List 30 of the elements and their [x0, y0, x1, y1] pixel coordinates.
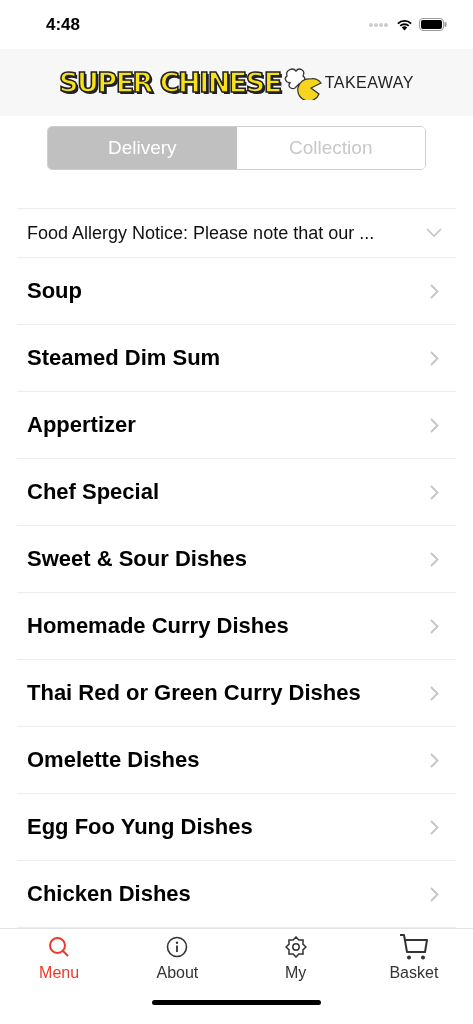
chevron-icon [430, 619, 439, 634]
chevron-icon [430, 485, 439, 500]
category-item[interactable]: Soup [17, 258, 456, 326]
wifi-icon [396, 18, 413, 32]
category-item[interactable]: Homemade Curry Dishes [17, 593, 456, 661]
chevron-icon [430, 686, 439, 701]
chevron-icon [430, 284, 439, 299]
allergy-notice[interactable]: Food Allergy Notice: Please note that our ... [27, 223, 375, 244]
cart-icon [398, 933, 429, 962]
chevron-icon [430, 418, 439, 433]
category-item[interactable]: Omelette Dishes [17, 727, 456, 795]
category-item[interactable]: Chef Special [17, 459, 456, 527]
mascot-icon [282, 65, 323, 100]
status-time: 4:48 [46, 14, 81, 35]
category-item[interactable]: Appertizer [17, 392, 456, 460]
logo-brand: SUPER CHINESE [59, 67, 281, 99]
category-item[interactable]: Egg Foo Yung Dishes [17, 794, 456, 862]
category-item[interactable]: Steamed Dim Sum [17, 325, 456, 393]
category-item[interactable]: Thai Red or Green Curry Dishes [17, 660, 456, 728]
chevron-icon [430, 753, 439, 768]
signal-icon [368, 21, 390, 28]
chevron-icon [430, 351, 439, 366]
chevron-icon[interactable] [426, 228, 442, 239]
category-item[interactable]: Sweet & Sour Dishes [17, 526, 456, 594]
chevron-icon [430, 887, 439, 902]
category-item[interactable]: Chicken Dishes [17, 861, 456, 929]
chevron-icon [430, 552, 439, 567]
battery-icon [419, 18, 447, 32]
chevron-icon [430, 820, 439, 835]
logo-tagline: TAKEAWAY [324, 73, 414, 92]
